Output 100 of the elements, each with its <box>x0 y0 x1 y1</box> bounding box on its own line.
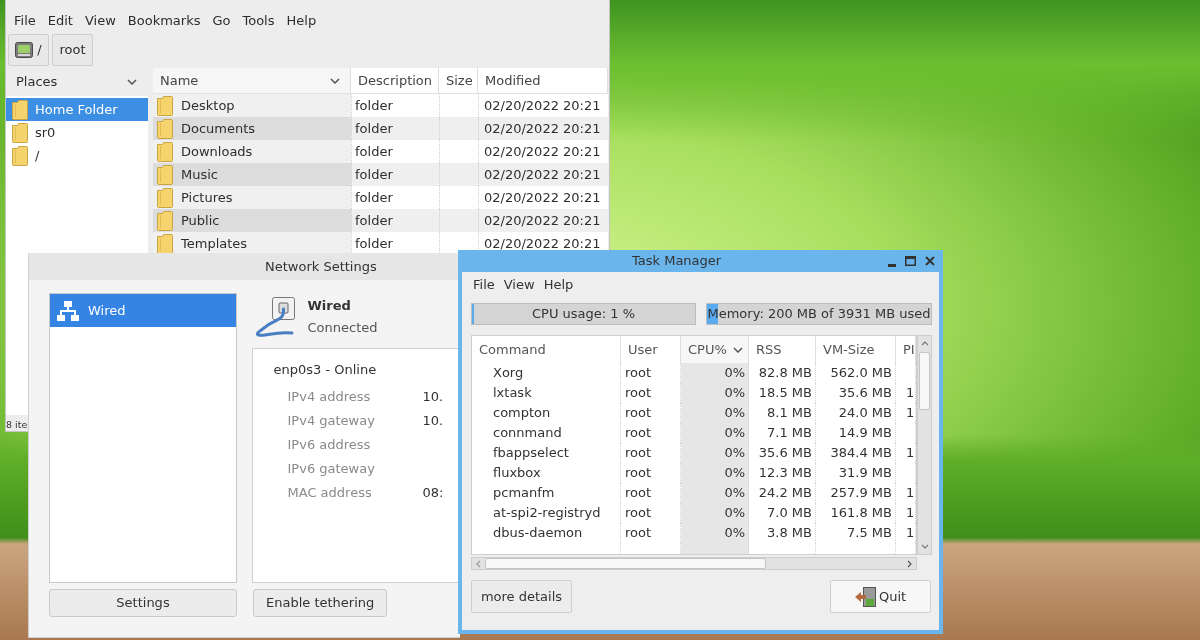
file-name: Documents <box>181 119 256 138</box>
sidebar-item[interactable]: / <box>6 144 148 167</box>
table-cell: fluxbox <box>472 463 621 483</box>
exit-door-icon <box>854 586 877 607</box>
menu-item[interactable]: Help <box>543 277 574 291</box>
detail-value: 08: <box>422 484 444 503</box>
table-cell: 24.0 MB <box>816 403 896 423</box>
path-button[interactable]: / <box>8 34 49 66</box>
status-text: 8 ite <box>6 420 28 430</box>
more-details-button[interactable]: more details <box>471 580 572 613</box>
table-cell: 0% <box>681 423 749 443</box>
folder-icon <box>12 122 28 143</box>
table-cell: 7.5 MB <box>816 523 896 543</box>
table-cell: 24.2 MB <box>749 483 816 503</box>
table-cell: 1 <box>896 503 916 523</box>
table-cell: 0% <box>681 403 749 423</box>
scroll-left-icon[interactable] <box>476 559 481 568</box>
table-cell: fbappselect <box>472 443 621 463</box>
scrollbar-thumb[interactable] <box>919 352 930 410</box>
scroll-down-icon[interactable] <box>920 544 929 549</box>
menu-item[interactable]: File <box>473 277 495 291</box>
folder-icon <box>12 99 28 120</box>
table-cell[interactable]: Public <box>153 209 351 232</box>
table-cell: lxtask <box>472 383 621 403</box>
detail-value: 10. <box>422 388 444 407</box>
settings-button[interactable]: Settings <box>49 589 237 617</box>
table-cell: 161.8 MB <box>816 503 896 523</box>
table-cell: folder <box>351 117 439 140</box>
device-status: enp0s3 - Online <box>273 361 377 378</box>
table-cell[interactable]: Templates <box>153 232 351 255</box>
folder-icon <box>157 210 173 231</box>
folder-icon <box>157 95 173 116</box>
path-button[interactable]: root <box>52 34 93 66</box>
scrollbar-thumb[interactable] <box>485 558 766 569</box>
minimize-icon[interactable] <box>888 263 896 267</box>
menu-item[interactable]: Edit <box>46 13 74 27</box>
file-name: Downloads <box>181 142 253 161</box>
table-cell: connmand <box>472 423 621 443</box>
table-cell <box>439 209 478 232</box>
table-cell: Xorg <box>472 363 621 383</box>
table-cell: 18.5 MB <box>749 383 816 403</box>
menu-item[interactable]: File <box>13 13 37 27</box>
vertical-scrollbar[interactable] <box>917 335 932 555</box>
menu-item[interactable]: Bookmarks <box>126 13 202 27</box>
file-name: Pictures <box>181 188 233 207</box>
column-header[interactable]: CPU% <box>681 336 749 363</box>
folder-icon <box>157 187 173 208</box>
scroll-right-icon[interactable] <box>907 559 912 568</box>
scroll-up-icon[interactable] <box>920 341 929 346</box>
quit-button[interactable]: Quit <box>830 580 931 613</box>
file-name: Music <box>181 165 218 184</box>
table-cell: 02/20/2022 20:21 <box>478 163 608 186</box>
tethering-button[interactable]: Enable tethering <box>253 589 388 617</box>
horizontal-scrollbar[interactable] <box>471 557 917 570</box>
table-cell: 1 <box>896 443 916 463</box>
column-header[interactable]: Name <box>153 68 351 93</box>
maximize-icon[interactable] <box>905 256 916 266</box>
detail-label: IPv6 gateway <box>286 460 376 479</box>
table-cell: pcmanfm <box>472 483 621 503</box>
folder-icon <box>157 141 173 162</box>
detail-value: 10. <box>422 412 444 431</box>
table-cell[interactable]: Desktop <box>153 94 351 117</box>
table-cell: 7.0 MB <box>749 503 816 523</box>
table-cell: 1 <box>896 483 916 503</box>
menu-item[interactable]: View <box>83 13 117 27</box>
table-cell <box>439 163 478 186</box>
detail-label: IPv6 address <box>286 436 372 455</box>
close-icon[interactable] <box>925 256 935 266</box>
table-cell[interactable]: Documents <box>153 117 351 140</box>
sidebar-item[interactable]: sr0 <box>6 121 148 144</box>
table-cell: 384.4 MB <box>816 443 896 463</box>
file-name: Public <box>181 211 220 230</box>
table-cell: compton <box>472 403 621 423</box>
table-cell: 7.1 MB <box>749 423 816 443</box>
menu-item[interactable]: Tools <box>241 13 276 27</box>
network-icon <box>57 300 79 321</box>
file-name: Templates <box>181 234 248 253</box>
table-cell: at-spi2-registryd <box>472 503 621 523</box>
chevron-down-icon <box>330 77 340 84</box>
table-cell: 562.0 MB <box>816 363 896 383</box>
network-cable-icon <box>253 296 298 337</box>
table-cell: 3.8 MB <box>749 523 816 543</box>
table-cell: 35.6 MB <box>749 443 816 463</box>
menu-item[interactable]: Go <box>211 13 232 27</box>
table-cell: 02/20/2022 20:21 <box>478 117 608 140</box>
meter-label: CPU usage: 1 % <box>531 305 636 324</box>
file-name: Desktop <box>181 96 235 115</box>
table-cell <box>439 117 478 140</box>
table-cell: 0% <box>681 443 749 463</box>
table-cell: 0% <box>681 383 749 403</box>
connection-status: Connected <box>307 319 378 337</box>
menu-item[interactable]: View <box>503 277 535 291</box>
table-cell[interactable]: Pictures <box>153 186 351 209</box>
table-cell[interactable]: Music <box>153 163 351 186</box>
menu-item[interactable]: Help <box>285 13 318 27</box>
connection-item[interactable]: Wired <box>50 294 236 327</box>
table-cell: 14.9 MB <box>816 423 896 443</box>
table-cell: 1 <box>896 523 916 543</box>
places-dropdown[interactable]: Places <box>6 68 148 96</box>
table-cell[interactable]: Downloads <box>153 140 351 163</box>
